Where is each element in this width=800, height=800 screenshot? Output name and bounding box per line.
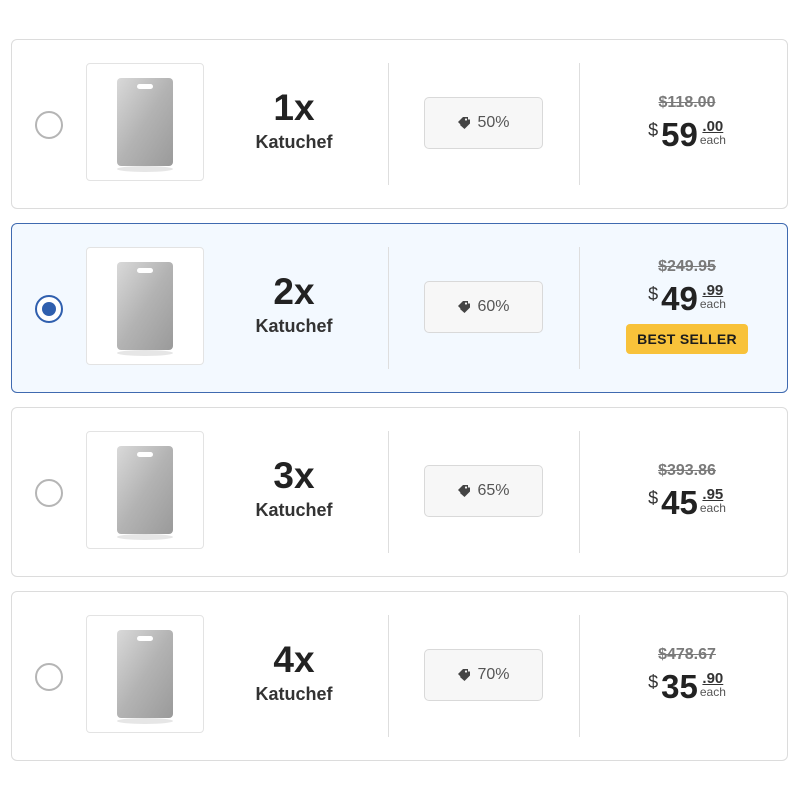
- cutting-board-image: [117, 262, 173, 356]
- price-whole: 45: [661, 484, 698, 521]
- price-cents: .99: [702, 282, 724, 299]
- current-price: $ 35 .90 each: [612, 670, 762, 706]
- divider: [388, 431, 389, 553]
- product-name: Katuchef: [255, 316, 333, 336]
- price-unit: each: [699, 133, 726, 147]
- offer-radio[interactable]: [35, 111, 63, 139]
- original-price: $393.86: [658, 462, 716, 479]
- offer-option-1[interactable]: 1x Katuchef 50% $118.00 $ 59 .00 each: [11, 39, 788, 209]
- cutting-board-image: [117, 78, 173, 172]
- price-block: $118.00 $ 59 .00 each: [612, 94, 762, 154]
- offer-option-3[interactable]: 3x Katuchef 65% $393.86 $ 45 .95 each: [11, 407, 788, 577]
- divider: [388, 247, 389, 369]
- divider: [388, 615, 389, 737]
- cutting-board-image: [117, 446, 173, 540]
- tags-icon: [458, 669, 471, 681]
- tags-icon: [458, 117, 471, 129]
- offer-radio[interactable]: [35, 663, 63, 691]
- price-whole: 35: [661, 668, 698, 705]
- price-block: $393.86 $ 45 .95 each: [612, 462, 762, 522]
- product-thumbnail: [86, 247, 204, 365]
- offer-option-4[interactable]: 4x Katuchef 70% $478.67 $ 35 .90 each: [11, 591, 788, 761]
- best-seller-badge: BEST SELLER: [626, 324, 748, 354]
- discount-percent: 50%: [477, 114, 510, 131]
- discount-percent: 65%: [477, 482, 510, 499]
- offer-quantity: 1x: [273, 87, 315, 128]
- price-cents: .95: [702, 486, 724, 503]
- currency-symbol: $: [648, 120, 659, 140]
- original-price: $478.67: [658, 646, 716, 663]
- current-price: $ 49 .99 each: [612, 282, 762, 318]
- product-thumbnail: [86, 63, 204, 181]
- quantity-block: 3x Katuchef: [234, 456, 354, 521]
- price-cents: .00: [702, 118, 724, 135]
- offer-quantity: 3x: [273, 455, 315, 496]
- divider: [579, 615, 580, 737]
- offer-option-2[interactable]: 2x Katuchef 60% $249.95 $ 49 .99 each BES…: [11, 223, 788, 393]
- discount-tag: 70%: [424, 649, 543, 701]
- discount-percent: 60%: [477, 298, 510, 315]
- discount-tag: 50%: [424, 97, 543, 149]
- price-whole: 49: [661, 280, 698, 317]
- current-price: $ 59 .00 each: [612, 118, 762, 154]
- price-unit: each: [699, 501, 726, 515]
- radio-dot: [42, 302, 56, 316]
- cutting-board-image: [117, 630, 173, 724]
- product-name: Katuchef: [255, 132, 333, 152]
- product-thumbnail: [86, 615, 204, 733]
- discount-tag: 60%: [424, 281, 543, 333]
- product-name: Katuchef: [255, 684, 333, 704]
- divider: [579, 63, 580, 185]
- offer-quantity: 4x: [273, 639, 315, 680]
- quantity-block: 2x Katuchef: [234, 272, 354, 337]
- currency-symbol: $: [648, 488, 659, 508]
- price-block: $249.95 $ 49 .99 each BEST SELLER: [612, 258, 762, 354]
- tags-icon: [458, 485, 471, 497]
- discount-tag: 65%: [424, 465, 543, 517]
- original-price: $249.95: [658, 258, 716, 275]
- price-unit: each: [699, 297, 726, 311]
- divider: [579, 431, 580, 553]
- original-price: $118.00: [658, 94, 716, 111]
- quantity-block: 1x Katuchef: [234, 88, 354, 153]
- discount-percent: 70%: [477, 666, 510, 683]
- tags-icon: [458, 301, 471, 313]
- price-whole: 59: [661, 116, 698, 153]
- divider: [388, 63, 389, 185]
- price-cents: .90: [702, 670, 724, 687]
- offer-radio[interactable]: [35, 295, 63, 323]
- price-block: $478.67 $ 35 .90 each: [612, 646, 762, 706]
- current-price: $ 45 .95 each: [612, 486, 762, 522]
- product-thumbnail: [86, 431, 204, 549]
- divider: [579, 247, 580, 369]
- quantity-block: 4x Katuchef: [234, 640, 354, 705]
- offer-quantity: 2x: [273, 271, 315, 312]
- product-name: Katuchef: [255, 500, 333, 520]
- offer-radio[interactable]: [35, 479, 63, 507]
- price-unit: each: [699, 685, 726, 699]
- currency-symbol: $: [648, 672, 659, 692]
- currency-symbol: $: [648, 284, 659, 304]
